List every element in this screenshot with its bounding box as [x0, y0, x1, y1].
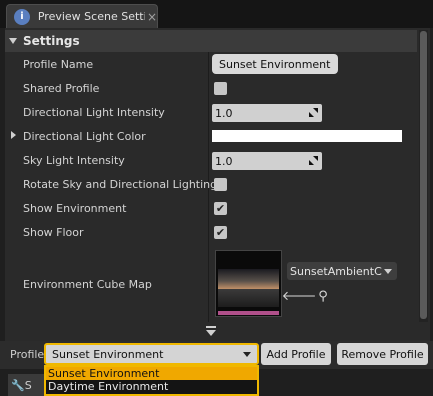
- directional-light-intensity-input[interactable]: 1.0: [212, 104, 322, 122]
- rotate-sky-checkbox[interactable]: [214, 178, 227, 191]
- close-icon[interactable]: ×: [147, 10, 157, 24]
- directional-light-intensity-label: Directional Light Intensity: [23, 106, 165, 119]
- shared-profile-label: Shared Profile: [23, 82, 100, 95]
- profile-name-input[interactable]: Sunset Environment: [212, 54, 338, 74]
- directional-light-color-swatch[interactable]: [212, 130, 402, 142]
- cubemap-asset-color-band: [218, 311, 279, 315]
- chevron-down-icon: [243, 351, 251, 357]
- cubemap-asset-combo[interactable]: SunsetAmbientCub: [287, 262, 397, 280]
- settings-title: Settings: [23, 34, 80, 48]
- tab-preview-scene-settings[interactable]: i Preview Scene Setti ×: [6, 4, 158, 28]
- shared-profile-checkbox[interactable]: [214, 82, 227, 95]
- sky-light-intensity-label: Sky Light Intensity: [23, 154, 125, 167]
- arrow-left-icon[interactable]: 🡐: [282, 288, 317, 304]
- tab-title: Preview Scene Setti: [37, 10, 145, 23]
- profile-select-value: Sunset Environment: [52, 347, 164, 361]
- show-floor-label: Show Floor: [23, 226, 84, 239]
- collapse-arrow-icon[interactable]: [9, 38, 17, 44]
- rotate-sky-label: Rotate Sky and Directional Lighting: [23, 178, 218, 191]
- directional-light-intensity-value: 1.0: [215, 106, 233, 120]
- expand-arrow-icon[interactable]: [11, 131, 16, 139]
- sky-light-intensity-input[interactable]: 1.0: [212, 152, 322, 170]
- cubemap-asset-name: SunsetAmbientCub: [290, 264, 382, 278]
- environment-cube-map-label: Environment Cube Map: [23, 278, 152, 291]
- show-floor-checkbox[interactable]: ✔: [214, 226, 227, 239]
- tab-bar: i Preview Scene Setti ×: [0, 0, 433, 28]
- settings-category-header[interactable]: Settings: [5, 30, 417, 52]
- footer-tab-label: S: [24, 378, 32, 392]
- profile-select[interactable]: Sunset Environment: [44, 343, 259, 365]
- vertical-scrollbar[interactable]: [419, 30, 428, 322]
- add-profile-button[interactable]: Add Profile: [261, 343, 331, 365]
- profile-option-daytime[interactable]: Daytime Environment: [46, 380, 257, 393]
- chevron-down-icon: [384, 268, 392, 274]
- footer-tab-icon: 🔧: [11, 378, 25, 392]
- cubemap-sky: [218, 269, 279, 289]
- show-environment-label: Show Environment: [23, 202, 127, 215]
- directional-light-color-label: Directional Light Color: [23, 130, 146, 143]
- sky-light-intensity-value: 1.0: [215, 154, 233, 168]
- profile-name-label: Profile Name: [23, 58, 94, 71]
- scrollbar-thumb[interactable]: [420, 31, 427, 319]
- profile-dropdown-list: Sunset Environment Daytime Environment: [44, 365, 259, 396]
- remove-profile-button[interactable]: Remove Profile: [337, 343, 428, 365]
- cubemap-ground: [218, 289, 279, 307]
- preview-scene-icon: i: [14, 8, 30, 25]
- cubemap-thumbnail[interactable]: [215, 250, 282, 317]
- resize-handle-icon[interactable]: [309, 108, 318, 117]
- resize-handle-icon[interactable]: [309, 156, 318, 165]
- profile-label: Profile: [10, 348, 45, 361]
- profile-option-sunset[interactable]: Sunset Environment: [46, 367, 257, 380]
- show-environment-checkbox[interactable]: ✔: [214, 202, 227, 215]
- details-panel: Settings Profile Name Sunset Environment…: [5, 28, 430, 341]
- search-icon[interactable]: ⚲: [315, 288, 331, 304]
- more-options-arrow-icon[interactable]: [205, 325, 217, 337]
- footer-tab[interactable]: 🔧 S: [8, 374, 44, 396]
